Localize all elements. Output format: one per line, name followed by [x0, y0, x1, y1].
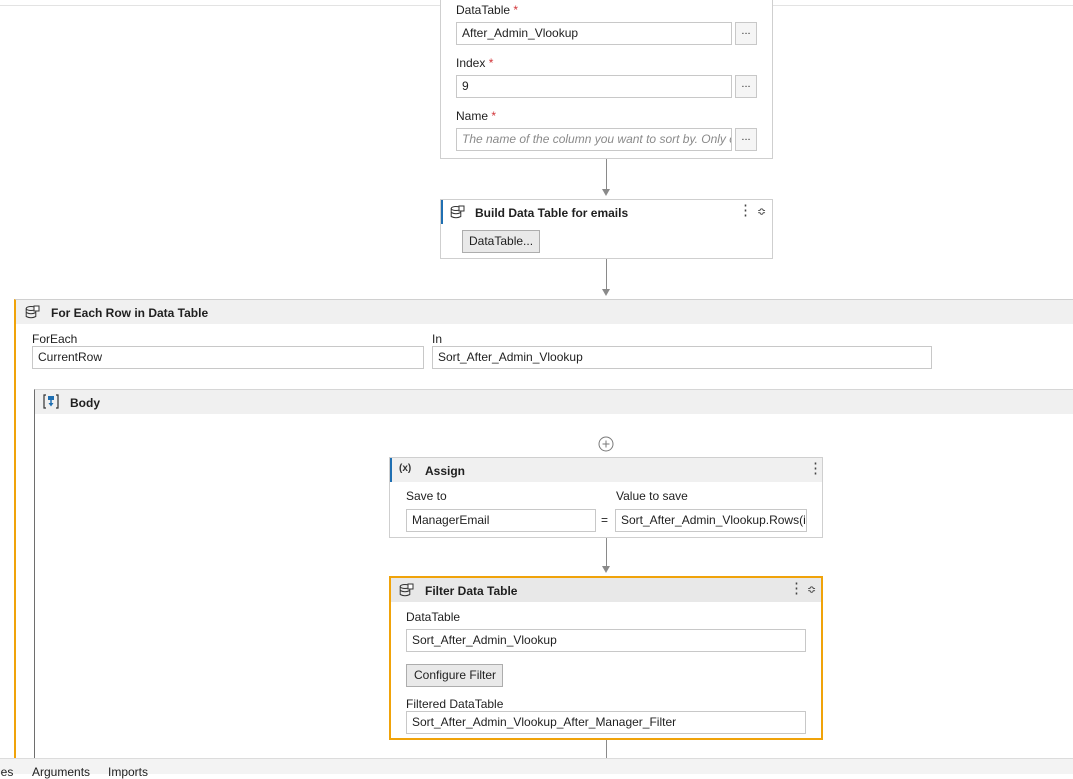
more-options-icon[interactable]: ⋮: [789, 581, 804, 596]
index-label: Index *: [456, 56, 494, 70]
configure-filter-button[interactable]: Configure Filter: [406, 664, 504, 687]
datatable-label: DataTable: [406, 610, 461, 624]
for-each-title: For Each Row in Data Table: [51, 306, 209, 320]
index-more-button[interactable]: ...: [735, 75, 757, 98]
more-options-icon[interactable]: ⋮: [808, 461, 823, 476]
datatable-icon: [25, 305, 40, 319]
datatable-icon: [450, 205, 465, 219]
connector-line: [606, 259, 607, 290]
datatable-label: DataTable *: [456, 3, 519, 17]
connector-line: [606, 538, 607, 567]
datatable-field[interactable]: Sort_After_Admin_Vlookup: [406, 629, 806, 652]
collapse-icon[interactable]: ≎: [807, 583, 816, 596]
bottom-panel-tabs: les Arguments Imports: [0, 758, 1073, 779]
tab-variables[interactable]: les: [0, 765, 13, 779]
sort-data-table-activity[interactable]: DataTable * After_Admin_Vlookup ... Inde…: [440, 0, 773, 159]
tab-arguments[interactable]: Arguments: [32, 765, 90, 779]
value-to-save-label: Value to save: [616, 489, 688, 503]
name-more-button[interactable]: ...: [735, 128, 757, 151]
variable-icon: (x): [399, 463, 412, 474]
build-activity-title: Build Data Table for emails: [475, 206, 629, 220]
save-to-field[interactable]: ManagerEmail: [406, 509, 596, 532]
in-collection-field[interactable]: Sort_After_Admin_Vlookup: [432, 346, 932, 369]
datatable-editor-button[interactable]: DataTable...: [462, 230, 541, 253]
connector-arrow: [602, 289, 610, 296]
assign-title: Assign: [425, 464, 466, 478]
connector-arrow: [602, 189, 610, 196]
connector-line: [606, 740, 607, 760]
more-options-icon[interactable]: ⋮: [738, 203, 753, 218]
connector-line: [606, 159, 607, 190]
collapse-icon[interactable]: ≎: [757, 205, 766, 218]
body-title: Body: [70, 396, 100, 410]
index-field[interactable]: 9: [456, 75, 732, 98]
name-label: Name *: [456, 109, 497, 123]
in-label: In: [432, 332, 443, 346]
name-field[interactable]: The name of the column you want to sort …: [456, 128, 732, 151]
add-activity-icon[interactable]: [598, 436, 614, 452]
datatable-more-button[interactable]: ...: [735, 22, 757, 45]
foreach-variable-field[interactable]: CurrentRow: [32, 346, 424, 369]
save-to-label: Save to: [406, 489, 447, 503]
filter-title: Filter Data Table: [425, 584, 518, 598]
connector-arrow: [602, 566, 610, 573]
body-header: [35, 390, 1073, 414]
tab-imports[interactable]: Imports: [108, 765, 148, 779]
filter-data-table-activity[interactable]: Filter Data Table ⋮ ≎ DataTable Sort_Aft…: [389, 576, 823, 740]
filtered-datatable-label: Filtered DataTable: [406, 697, 504, 711]
activity-accent-bar: [441, 200, 443, 224]
foreach-label: ForEach: [32, 332, 78, 346]
sequence-icon: [43, 394, 59, 409]
equals-sign: =: [601, 513, 609, 527]
datatable-icon: [399, 583, 414, 597]
datatable-field[interactable]: After_Admin_Vlookup: [456, 22, 732, 45]
filtered-datatable-field[interactable]: Sort_After_Admin_Vlookup_After_Manager_F…: [406, 711, 806, 734]
assign-activity[interactable]: (x) Assign ⋮ Save to ManagerEmail = Valu…: [389, 457, 823, 538]
build-data-table-activity[interactable]: Build Data Table for emails ⋮ ≎ DataTabl…: [440, 199, 773, 259]
value-to-save-field[interactable]: Sort_After_Admin_Vlookup.Rows(i: [615, 509, 807, 532]
